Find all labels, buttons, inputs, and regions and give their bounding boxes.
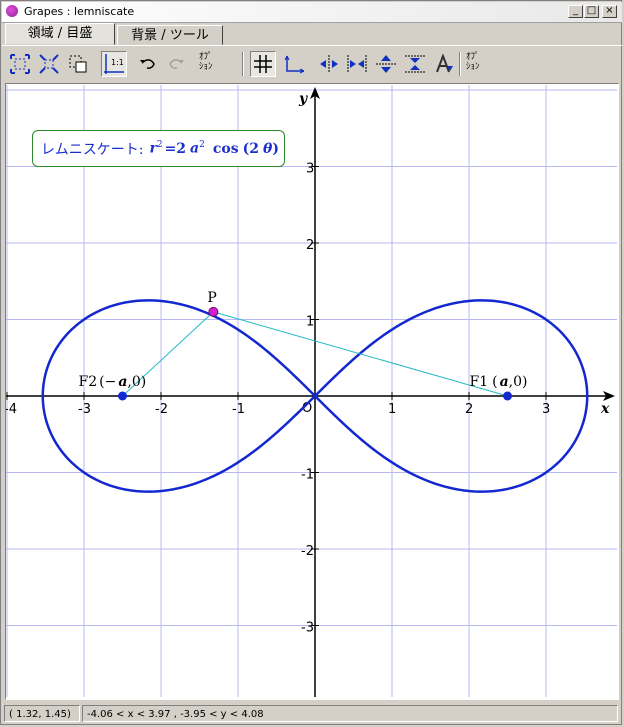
scale-label: 1:1 — [111, 58, 124, 67]
x-axis-label: x — [600, 401, 610, 417]
f1-rest: ,0) — [509, 374, 528, 390]
moving-point-p[interactable] — [208, 306, 219, 317]
grid-toggle-icon[interactable] — [250, 51, 276, 77]
y-tick-label: 1 — [306, 315, 314, 330]
x-tick-label: 3 — [542, 402, 550, 417]
f2-a: a — [118, 374, 127, 390]
formula-prefix: レムニスケート: — [41, 141, 144, 158]
formula-theta: θ — [262, 140, 273, 157]
formula-label[interactable]: レムニスケート: r2 =2 a2 cos (2 θ ) — [32, 130, 285, 167]
y-tick-label: -2 — [301, 544, 314, 559]
option-button-1[interactable]: ｵﾌﾟ ｼｮﾝ — [199, 52, 213, 72]
y-tick-label: -3 — [301, 621, 314, 636]
undo-icon[interactable] — [135, 51, 161, 77]
formula-r: r2 — [149, 140, 163, 157]
f2-open: (− — [99, 374, 116, 390]
grapes-app-icon — [6, 5, 18, 17]
font-style-icon[interactable] — [431, 51, 457, 77]
f1-open: ( — [492, 374, 497, 390]
x-tick-label: -4 — [6, 402, 17, 417]
focus-f1-label: F1(a,0) — [470, 374, 528, 390]
app-window: Grapes : lemniscate _ □ × 領域 / 目盛 背景 / ツ… — [0, 0, 622, 725]
zoom-in-icon[interactable] — [36, 51, 62, 77]
option-label-bottom: ｼｮﾝ — [466, 62, 480, 72]
close-button[interactable]: × — [602, 5, 617, 18]
f1-name: F1 — [470, 374, 489, 390]
status-bar: ( 1.32, 1.45) -4.06 < x < 3.97 , -3.95 <… — [2, 703, 622, 724]
zoom-fit-icon[interactable] — [7, 51, 33, 77]
f2-rest: ,0) — [127, 374, 146, 390]
x-expand-icon[interactable] — [316, 51, 342, 77]
focus-f2-label: F2 (− a,0) — [79, 374, 147, 390]
window-title: Grapes : lemniscate — [24, 5, 135, 18]
zoom-window-icon[interactable] — [65, 51, 91, 77]
option-button-2[interactable]: ｵﾌﾟ ｼｮﾝ — [466, 52, 480, 72]
f1-a: a — [500, 374, 509, 390]
x-tick-label: 2 — [465, 402, 473, 417]
tab-range-scale[interactable]: 領域 / 目盛 — [5, 23, 115, 45]
toolbar-separator — [459, 52, 461, 76]
f2-name: F2 — [79, 374, 98, 390]
toolbar-separator — [242, 52, 244, 76]
segment-p-f1[interactable] — [213, 311, 508, 397]
scale-one-to-one-icon[interactable]: 1:1 — [101, 51, 127, 77]
toolbar: 1:1 ｵﾌﾟ ｼｮﾝ ｵﾌﾟ ｼｮﾝ — [2, 45, 622, 81]
x-shrink-icon[interactable] — [344, 51, 370, 77]
formula-close: ) — [272, 140, 279, 157]
formula-open: (2 — [242, 140, 259, 157]
option-label-bottom: ｼｮﾝ — [199, 62, 213, 72]
option-label-top: ｵﾌﾟ — [466, 52, 480, 62]
tab-strip: 領域 / 目盛 背景 / ツール — [2, 23, 622, 45]
y-tick-label: 3 — [306, 162, 314, 177]
y-tick-label: 2 — [306, 238, 314, 253]
axis-style-icon[interactable] — [282, 51, 308, 77]
cursor-coordinates: ( 1.32, 1.45) — [4, 705, 80, 722]
tab-background-tools[interactable]: 背景 / ツール — [117, 25, 223, 45]
focus-point-f1[interactable] — [503, 391, 512, 401]
y-axis-label: y — [298, 91, 308, 107]
focus-point-f2[interactable] — [118, 391, 127, 401]
title-bar[interactable]: Grapes : lemniscate _ □ × — [2, 2, 622, 23]
formula-eq: =2 — [164, 140, 187, 157]
x-tick-label: -1 — [232, 402, 245, 417]
formula-cos: cos — [212, 140, 239, 157]
x-tick-label: -3 — [78, 402, 91, 417]
view-range: -4.06 < x < 3.97 , -3.95 < y < 4.08 — [82, 705, 618, 722]
redo-icon[interactable] — [163, 51, 189, 77]
minimize-button[interactable]: _ — [568, 5, 583, 18]
graph-canvas[interactable]: xyO -4-3-2-1123321-1-2-3 P F1(a,0) F2(−a… — [6, 84, 618, 699]
x-tick-label: -2 — [155, 402, 168, 417]
formula-a: a2 — [190, 140, 205, 157]
option-label-top: ｵﾌﾟ — [199, 52, 213, 62]
maximize-button[interactable]: □ — [584, 5, 599, 18]
point-p-label: P — [207, 290, 216, 306]
y-expand-icon[interactable] — [373, 51, 399, 77]
x-tick-label: 1 — [388, 402, 396, 417]
y-tick-label: -1 — [301, 468, 314, 483]
y-shrink-icon[interactable] — [402, 51, 428, 77]
